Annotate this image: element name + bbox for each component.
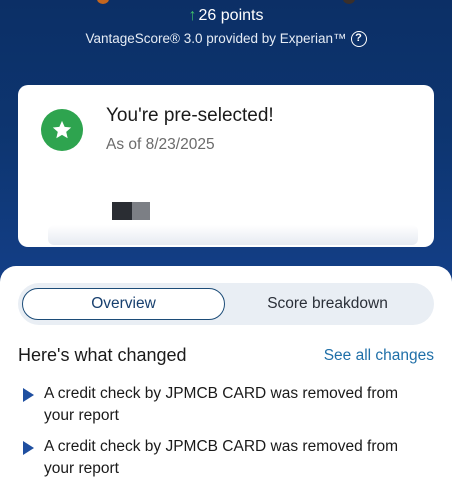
score-provider: VantageScore® 3.0 provided by Experian™? — [0, 29, 452, 49]
score-hero: ↑ 26 points VantageScore® 3.0 provided by… — [0, 0, 452, 300]
tab-score-breakdown[interactable]: Score breakdown — [225, 288, 430, 320]
tab-switcher: Overview Score breakdown — [18, 283, 434, 325]
card-title: You're pre-selected! — [106, 105, 274, 126]
card-date: As of 8/23/2025 — [106, 136, 215, 153]
score-gauge-marker-right — [343, 0, 355, 4]
preselected-card[interactable]: You're pre-selected! As of 8/23/2025 — [18, 85, 434, 247]
points-change: ↑ 26 points — [0, 5, 452, 27]
points-change-label: 26 points — [198, 7, 264, 24]
tab-overview[interactable]: Overview — [22, 288, 225, 320]
score-gauge-marker-left — [97, 0, 109, 4]
see-all-changes-link[interactable]: See all changes — [324, 347, 434, 365]
help-circle-icon[interactable]: ? — [350, 31, 367, 48]
triangle-right-icon — [23, 388, 34, 402]
provider-label: VantageScore® 3.0 provided by Experian™ — [85, 31, 347, 46]
change-item-text: A credit check by JPMCB CARD was removed… — [44, 438, 399, 477]
card-bottom-fade — [48, 225, 418, 245]
redacted-block — [112, 202, 132, 220]
redacted-block — [132, 202, 150, 220]
star-icon — [41, 109, 83, 151]
section-title: Here's what changed — [18, 345, 187, 365]
triangle-right-icon — [23, 441, 34, 455]
change-item-text: A credit check by JPMCB CARD was removed… — [44, 385, 399, 424]
up-arrow-icon: ↑ — [188, 7, 197, 24]
